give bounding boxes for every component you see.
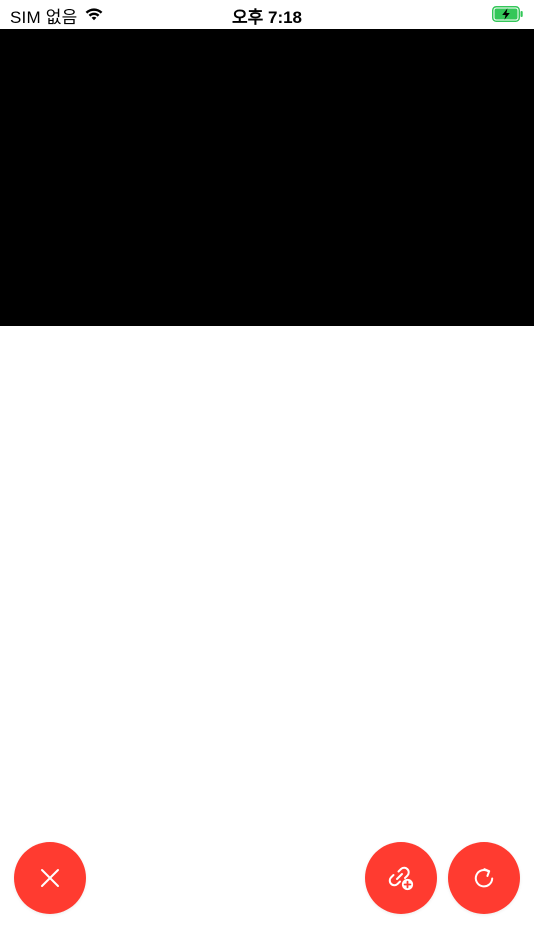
add-link-button[interactable] xyxy=(365,842,437,914)
add-link-icon xyxy=(388,866,414,891)
video-preview xyxy=(0,29,534,326)
close-button[interactable] xyxy=(14,842,86,914)
refresh-icon xyxy=(474,868,494,888)
battery-charging-icon xyxy=(492,6,523,22)
refresh-button[interactable] xyxy=(448,842,520,914)
status-bar: SIM 없음 오후 7:18 xyxy=(0,0,534,29)
status-time: 오후 7:18 xyxy=(231,8,303,27)
close-icon xyxy=(41,869,59,887)
app-screen: SIM 없음 오후 7:18 xyxy=(0,0,534,950)
